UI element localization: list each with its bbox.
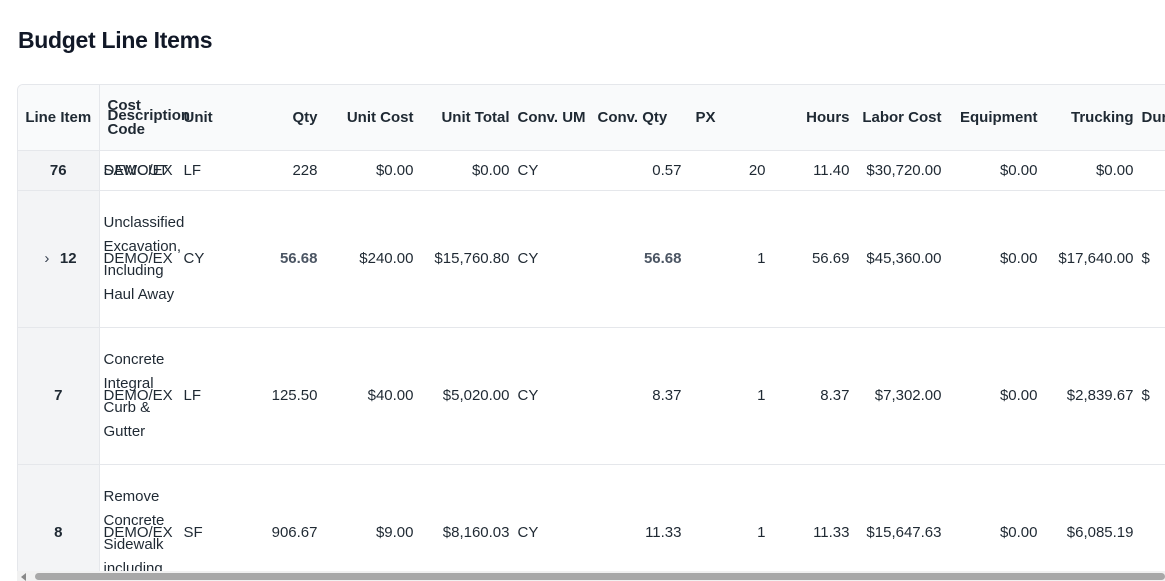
cell-unit-cost: $40.00 [321, 327, 418, 465]
cell-hours: 11.40 [769, 150, 854, 191]
cell-dur: $ [1137, 190, 1165, 328]
cell-equipment: $0.00 [945, 150, 1042, 191]
header-hours[interactable]: Hours [769, 85, 854, 151]
cell-px: 1 [685, 190, 770, 328]
scroll-left-arrow-icon[interactable] [21, 573, 26, 581]
cell-conv-qty: 56.68 [593, 190, 686, 328]
horizontal-scrollbar[interactable] [17, 571, 1165, 581]
cell-unit: LF [179, 327, 240, 465]
table-row[interactable]: › 12 DEMO/EX Unclassified Excavation, Inc… [18, 190, 1165, 328]
header-unit-cost[interactable]: Unit Cost [321, 85, 418, 151]
cell-line-item: 8 [18, 464, 100, 581]
cell-line-item[interactable]: › 12 [18, 190, 100, 328]
cell-unit-cost: $240.00 [321, 190, 418, 328]
cell-hours: 56.69 [769, 190, 854, 328]
cell-cost-code: DEMO/EX [103, 387, 173, 404]
cell-unit-total: $8,160.03 [417, 464, 514, 581]
budget-table: Line Item Cost Description Code Unit Qty… [18, 85, 1165, 581]
header-px[interactable]: PX [685, 85, 770, 151]
cell-conv-qty: 0.57 [593, 150, 686, 191]
header-labor-cost[interactable]: Labor Cost [853, 85, 946, 151]
cell-trucking: $2,839.67 [1041, 327, 1138, 465]
cell-labor-cost: $30,720.00 [853, 150, 946, 191]
cell-labor-cost: $45,360.00 [853, 190, 946, 328]
header-qty[interactable]: Qty [239, 85, 322, 151]
cell-description: SAWCUT [103, 161, 168, 179]
cell-conv-um: CY [513, 190, 594, 328]
header-cost-code-bottom: Code [107, 121, 146, 138]
cell-equipment: $0.00 [945, 190, 1042, 328]
table-row[interactable]: 8 DEMO/EX Remove Concrete Sidewalk inclu… [18, 464, 1165, 581]
cell-conv-um: CY [513, 327, 594, 465]
cell-cost-code-description: DEMO/EX Concrete Integral Curb & Gutter [99, 327, 180, 465]
table-row[interactable]: 7 DEMO/EX Concrete Integral Curb & Gutte… [18, 327, 1165, 465]
cell-cost-code-description: DEMO/EX SAWCUT [99, 150, 180, 191]
header-conv-um[interactable]: Conv. UM [513, 85, 594, 151]
cell-px: 1 [685, 327, 770, 465]
cell-equipment: $0.00 [945, 464, 1042, 581]
page-title: Budget Line Items [18, 27, 213, 53]
page: Budget Line Items Line Item Cost Descrip… [0, 0, 1165, 581]
cell-px: 1 [685, 464, 770, 581]
cell-unit: CY [179, 190, 240, 328]
cell-line-item-value: 12 [59, 250, 77, 267]
cell-conv-qty: 11.33 [593, 464, 686, 581]
cell-dur [1137, 150, 1165, 191]
cell-trucking: $0.00 [1041, 150, 1138, 191]
header-line-item[interactable]: Line Item [18, 85, 100, 151]
cell-labor-cost: $7,302.00 [853, 327, 946, 465]
cell-qty: 125.50 [239, 327, 322, 465]
header-unit-total[interactable]: Unit Total [417, 85, 514, 151]
header-conv-qty[interactable]: Conv. Qty [593, 85, 686, 151]
chevron-right-icon[interactable]: › [40, 247, 54, 271]
cell-conv-qty: 8.37 [593, 327, 686, 465]
cell-conv-um: CY [513, 150, 594, 191]
cell-cost-code: DEMO/EX [103, 250, 173, 267]
cell-labor-cost: $15,647.63 [853, 464, 946, 581]
cell-cost-code-description: DEMO/EX Remove Concrete Sidewalk includi… [99, 464, 180, 581]
cell-line-item: 7 [18, 327, 100, 465]
header-equipment[interactable]: Equipment [945, 85, 1042, 151]
cell-unit-total: $5,020.00 [417, 327, 514, 465]
cell-qty: 56.68 [239, 190, 322, 328]
cell-unit-total: $15,760.80 [417, 190, 514, 328]
cell-conv-um: CY [513, 464, 594, 581]
cell-trucking: $6,085.19 [1041, 464, 1138, 581]
table-row[interactable]: 76 DEMO/EX SAWCUT LF 228 $0.00 $0.00 CY … [18, 150, 1165, 191]
cell-qty: 906.67 [239, 464, 322, 581]
header-trucking[interactable]: Trucking [1041, 85, 1138, 151]
cell-unit-total: $0.00 [417, 150, 514, 191]
cell-unit-cost: $9.00 [321, 464, 418, 581]
cell-px: 20 [685, 150, 770, 191]
cell-hours: 11.33 [769, 464, 854, 581]
cell-unit-cost: $0.00 [321, 150, 418, 191]
cell-dur: $ [1137, 327, 1165, 465]
cell-dur [1137, 464, 1165, 581]
header-cost-code-description[interactable]: Cost Description Code [99, 85, 190, 151]
scrollbar-thumb[interactable] [35, 573, 1165, 580]
cell-cost-code-description: DEMO/EX Unclassified Excavation, Includi… [99, 190, 184, 328]
cell-unit: SF [179, 464, 240, 581]
table-header-row: Line Item Cost Description Code Unit Qty… [18, 85, 1165, 151]
cell-cost-code: DEMO/EX [103, 524, 173, 541]
header-dur[interactable]: Dur [1137, 85, 1165, 151]
cell-unit: LF [179, 150, 240, 191]
cell-qty: 228 [239, 150, 322, 191]
cell-equipment: $0.00 [945, 327, 1042, 465]
cell-hours: 8.37 [769, 327, 854, 465]
cell-line-item: 76 [18, 150, 100, 191]
budget-table-container[interactable]: Line Item Cost Description Code Unit Qty… [17, 84, 1165, 581]
cell-trucking: $17,640.00 [1041, 190, 1138, 328]
